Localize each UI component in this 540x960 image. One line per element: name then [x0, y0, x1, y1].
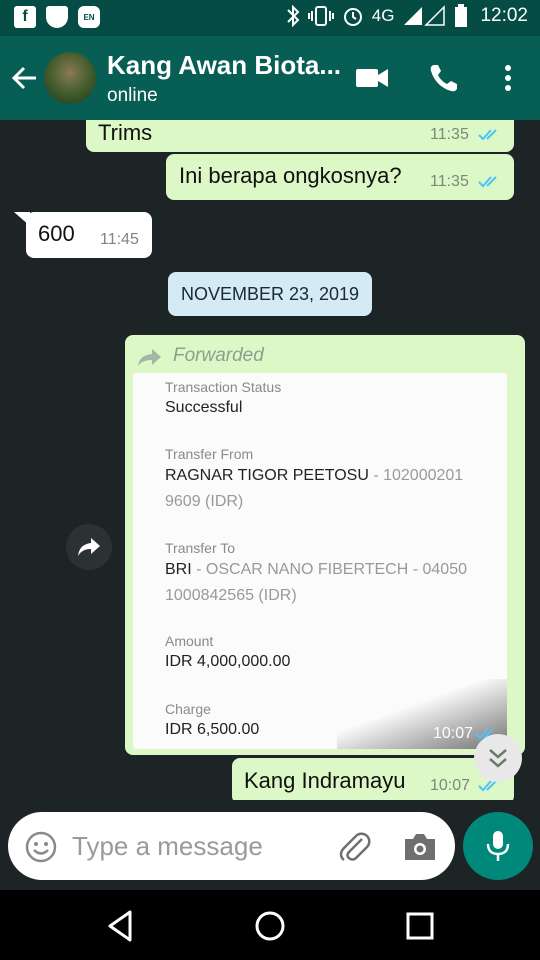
receipt-image[interactable]: Transaction Status Successful Transfer F…: [133, 373, 507, 749]
share-icon: [78, 538, 100, 556]
amount-label: Amount: [165, 633, 214, 649]
message-time: 10:07: [432, 725, 473, 742]
transfer-to-label: Transfer To: [165, 540, 236, 556]
message-bubble[interactable]: Ini berapa ongkosnya? 11:35: [166, 154, 514, 200]
message-box[interactable]: [8, 812, 455, 880]
date-separator: NOVEMBER 23, 2019: [168, 272, 372, 316]
video-call-icon[interactable]: [352, 60, 392, 96]
amount-value: IDR 4,000,000.00: [165, 653, 291, 670]
shield-icon: [46, 6, 68, 28]
facebook-icon: f: [14, 6, 36, 28]
message-text: Kang Indramayu: [244, 768, 406, 793]
transfer-to-bank: BRI: [165, 561, 192, 578]
message-bubble[interactable]: 600 11:45: [26, 212, 152, 258]
back-arrow-icon[interactable]: [10, 60, 40, 96]
avatar[interactable]: [44, 52, 96, 104]
transaction-status-label: Transaction Status: [165, 379, 282, 395]
message-input[interactable]: [72, 828, 322, 864]
emoji-icon[interactable]: [24, 830, 58, 864]
network-type: 4G: [371, 6, 395, 25]
status-bar: f EN 4G 12:02: [0, 0, 540, 36]
transfer-from-name: RAGNAR TIGOR PEETOSU: [165, 467, 369, 484]
battery-icon: [455, 4, 468, 27]
transfer-from-value: RAGNAR TIGOR PEETOSU - 102000201 9609 (I…: [165, 463, 475, 515]
signal-icon: [404, 5, 446, 26]
mic-button[interactable]: [463, 812, 533, 880]
transfer-to-account: - OSCAR NANO FIBERTECH - 04050 100084256…: [165, 561, 467, 604]
message-text: 600: [38, 221, 75, 246]
app-badge-icon: EN: [78, 6, 100, 28]
message-text: Trims: [98, 120, 153, 145]
message-time: 11:35: [430, 173, 469, 190]
share-button[interactable]: [66, 524, 112, 570]
input-bar: [0, 800, 540, 890]
transaction-status-value: Successful: [165, 399, 243, 416]
message-text: Ini berapa ongkosnya?: [179, 163, 402, 188]
message-time: 11:35: [430, 126, 469, 143]
clock-time: 12:02: [480, 5, 528, 26]
chat-header: Kang Awan Biota... online: [0, 36, 540, 120]
bluetooth-icon: [287, 4, 300, 28]
double-chevron-down-icon: [489, 749, 507, 768]
contact-name[interactable]: Kang Awan Biota...: [107, 50, 341, 81]
attach-icon[interactable]: [336, 829, 372, 865]
charge-label: Charge: [165, 701, 211, 717]
forwarded-message[interactable]: Forwarded Transaction Status Successful …: [125, 335, 525, 755]
message-time: 10:07: [430, 777, 471, 794]
nav-home-icon[interactable]: [250, 906, 290, 946]
contact-status: online: [107, 85, 158, 106]
nav-back-icon[interactable]: [100, 906, 140, 946]
read-receipt-icon: [478, 129, 497, 141]
chat-area[interactable]: Trims 11:35 Ini berapa ongkosnya? 11:35 …: [0, 120, 540, 890]
camera-icon[interactable]: [402, 830, 438, 864]
more-vert-icon[interactable]: [488, 60, 528, 96]
message-time: 11:45: [100, 231, 139, 248]
transfer-from-label: Transfer From: [165, 446, 254, 462]
vibrate-icon: [307, 6, 334, 26]
message-bubble[interactable]: Trims 11:35: [86, 120, 514, 152]
nav-recents-icon[interactable]: [400, 906, 440, 946]
phone-icon[interactable]: [424, 60, 464, 96]
read-receipt-icon: [478, 176, 497, 188]
system-nav-bar: [0, 890, 540, 960]
transfer-to-value: BRI - OSCAR NANO FIBERTECH - 04050 10008…: [165, 557, 475, 609]
alarm-icon: [343, 8, 362, 26]
forwarded-label: Forwarded: [173, 345, 264, 366]
scroll-down-button[interactable]: [474, 734, 522, 782]
mic-icon: [486, 831, 510, 861]
forward-icon: [138, 349, 161, 366]
message-bubble[interactable]: Kang Indramayu 10:07: [232, 758, 514, 804]
